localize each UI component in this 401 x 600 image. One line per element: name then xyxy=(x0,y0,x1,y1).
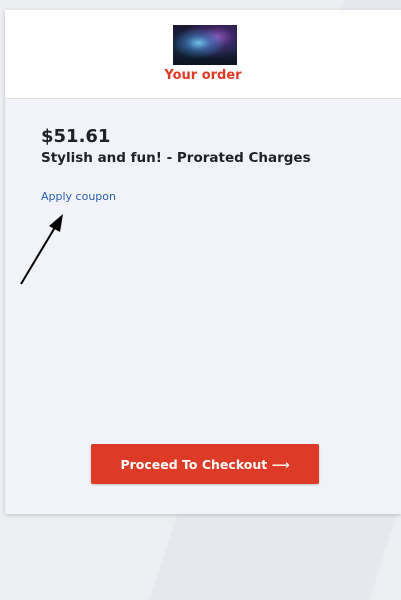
product-thumbnail xyxy=(173,25,237,65)
order-panel: Your order $51.61 Stylish and fun! - Pro… xyxy=(5,10,401,514)
product-name: Stylish and fun! - Prorated Charges xyxy=(41,150,311,166)
annotation-arrow-icon xyxy=(20,214,63,285)
order-price: $51.61 xyxy=(41,126,111,147)
apply-coupon-link[interactable]: Apply coupon xyxy=(41,190,116,203)
order-title: Your order xyxy=(164,68,242,83)
proceed-to-checkout-button[interactable]: Proceed To Checkout ⟶ xyxy=(91,444,319,484)
order-header: Your order xyxy=(5,10,401,99)
